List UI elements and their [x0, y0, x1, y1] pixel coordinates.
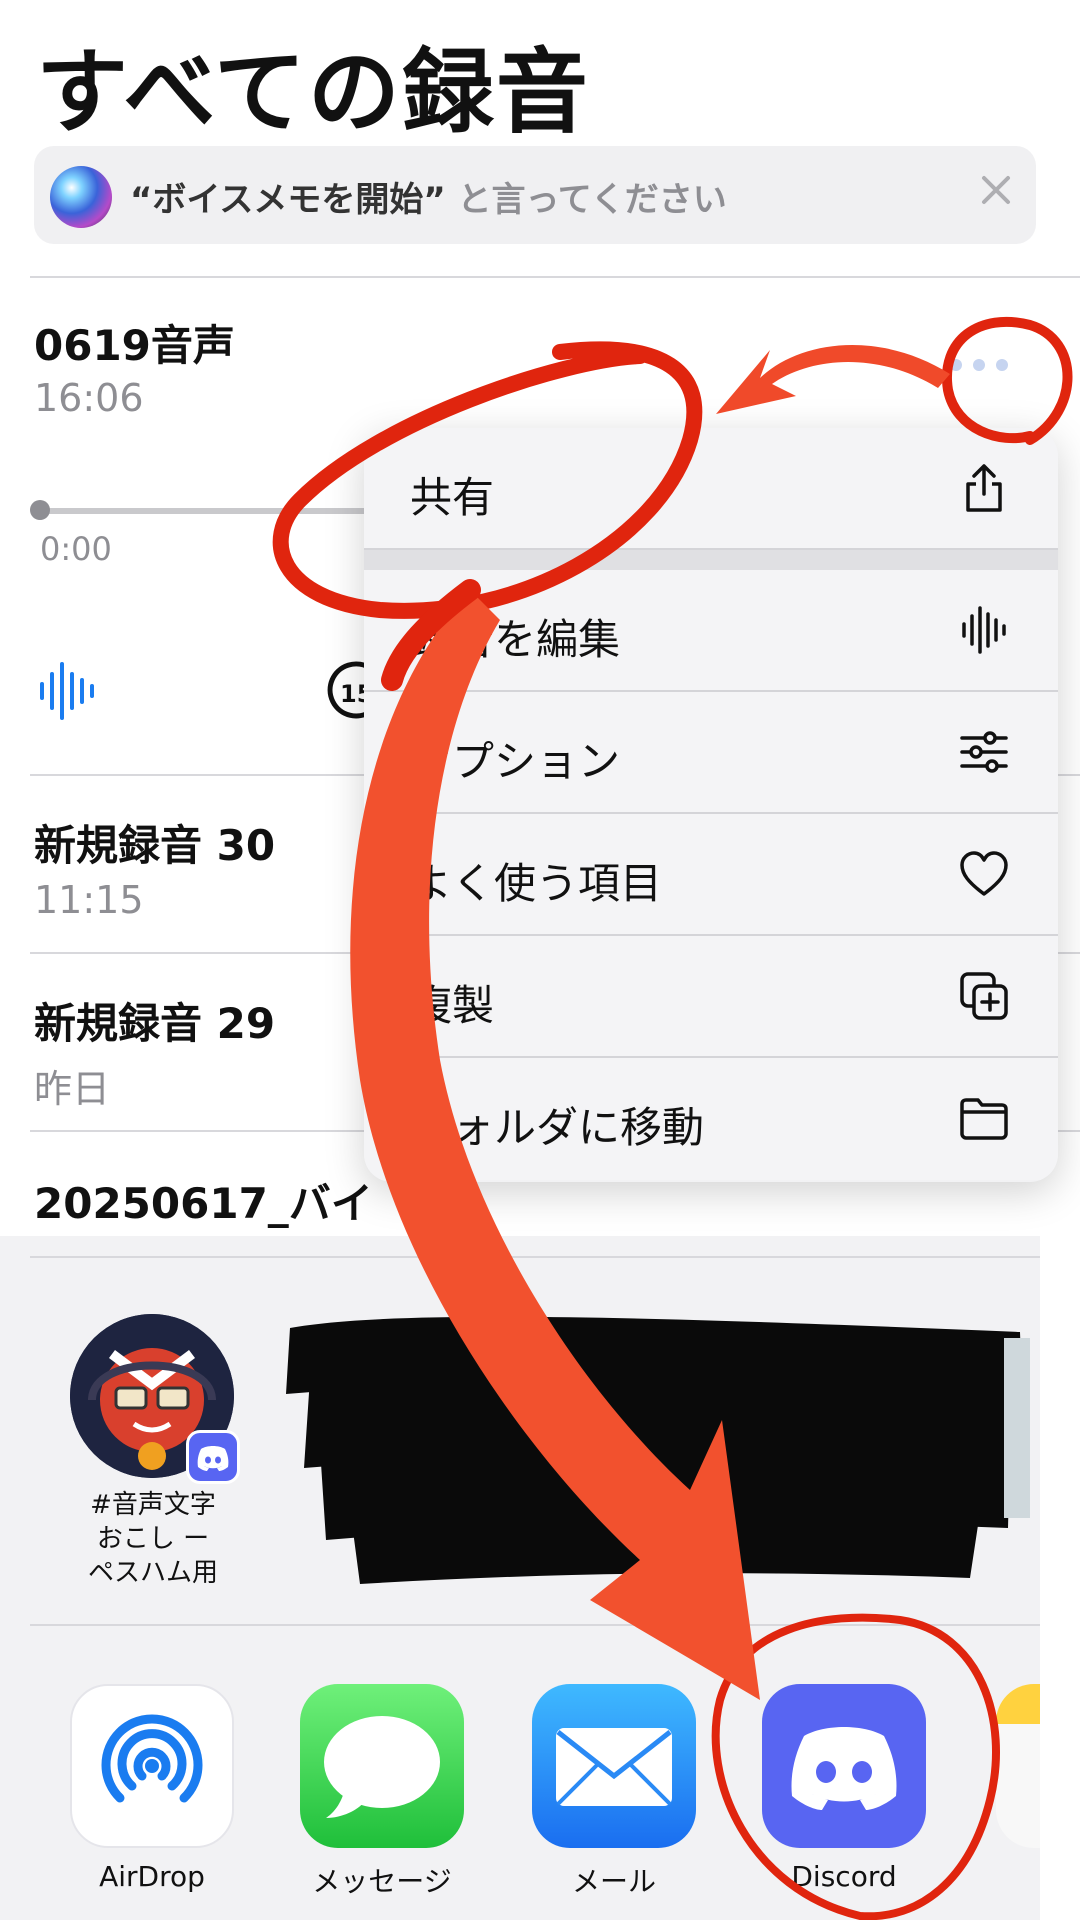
menu-item-share[interactable]: 共有 — [364, 428, 1058, 550]
menu-item-edit-recording[interactable]: 録音を編集 — [364, 570, 1058, 692]
share-app-mail[interactable] — [532, 1684, 696, 1848]
waveform-edit-icon[interactable] — [38, 660, 96, 722]
divider — [30, 1256, 1040, 1258]
share-app-notes[interactable] — [996, 1684, 1040, 1848]
duplicate-icon — [960, 972, 1008, 1020]
elapsed-time: 0:00 — [40, 530, 112, 568]
playback-scrubber[interactable] — [36, 508, 376, 514]
contact-name: #音声文字 おこし ー ペスハム用 — [50, 1488, 256, 1590]
menu-item-label: 録音を編集 — [410, 615, 621, 664]
menu-item-label: 複製 — [410, 981, 495, 1030]
waveform-icon — [962, 606, 1006, 654]
contact-name-line: おこし ー — [96, 1524, 210, 1554]
menu-item-options[interactable]: オプション — [364, 692, 1058, 814]
mail-icon — [556, 1728, 672, 1806]
contact-name-line: ペスハム用 — [87, 1558, 218, 1588]
recording-title[interactable]: 0619音声 — [34, 312, 235, 373]
share-app-label: メール — [571, 1865, 656, 1898]
menu-group-separator — [364, 550, 1058, 570]
heart-icon — [960, 851, 1008, 896]
more-options-icon[interactable] — [944, 350, 1014, 380]
contact-name-line: #音声文字 — [90, 1490, 216, 1520]
page-title: すべての録音 — [36, 39, 590, 146]
recording-title[interactable]: 新規録音 30 — [34, 812, 275, 873]
folder-icon — [960, 1098, 1008, 1140]
close-icon[interactable] — [976, 170, 1016, 210]
discord-badge — [186, 1430, 240, 1484]
share-app-airdrop[interactable] — [70, 1684, 234, 1848]
recording-title[interactable]: 新規録音 29 — [34, 990, 275, 1051]
redaction-scribble — [286, 1316, 1030, 1584]
recording-title[interactable]: 20250617_バイ — [34, 1170, 373, 1231]
messages-icon — [324, 1716, 440, 1818]
share-app-messages[interactable] — [300, 1684, 464, 1848]
share-app-discord[interactable] — [762, 1684, 926, 1848]
share-app-label: メッセージ — [312, 1865, 452, 1898]
context-menu: 共有 録音を編集 オプション よく使う項目 複製 フォルダに移動 — [364, 428, 1058, 1182]
scrubber-handle[interactable] — [30, 500, 50, 520]
recording-time: 昨日 — [34, 1067, 111, 1111]
recording-time: 16:06 — [34, 376, 144, 420]
recording-time: 11:15 — [34, 878, 144, 922]
siri-suggestion-banner[interactable]: “ボイスメモを開始” と言ってください — [34, 146, 1036, 244]
airdrop-icon — [101, 1714, 203, 1803]
divider — [30, 1624, 1040, 1626]
share-app-label: Discord — [791, 1860, 897, 1893]
menu-item-label: よく使う項目 — [410, 859, 663, 908]
discord-icon — [791, 1727, 897, 1810]
menu-item-favorite[interactable]: よく使う項目 — [364, 814, 1058, 936]
menu-item-label: フォルダに移動 — [410, 1103, 705, 1152]
menu-item-move-to-folder[interactable]: フォルダに移動 — [364, 1058, 1058, 1180]
share-app-label: AirDrop — [99, 1860, 205, 1893]
sliders-icon — [960, 731, 1008, 773]
discord-icon — [197, 1446, 229, 1471]
siri-icon — [50, 166, 112, 228]
menu-item-duplicate[interactable]: 複製 — [364, 936, 1058, 1058]
siri-hint: と言ってください — [445, 180, 727, 220]
siri-quote: “ボイスメモを開始” — [130, 180, 446, 220]
siri-suggestion-text: “ボイスメモを開始” と言ってください — [130, 172, 727, 221]
share-icon — [966, 464, 1002, 512]
menu-item-label: 共有 — [410, 473, 495, 522]
divider — [30, 276, 1080, 278]
menu-item-label: オプション — [410, 737, 621, 786]
